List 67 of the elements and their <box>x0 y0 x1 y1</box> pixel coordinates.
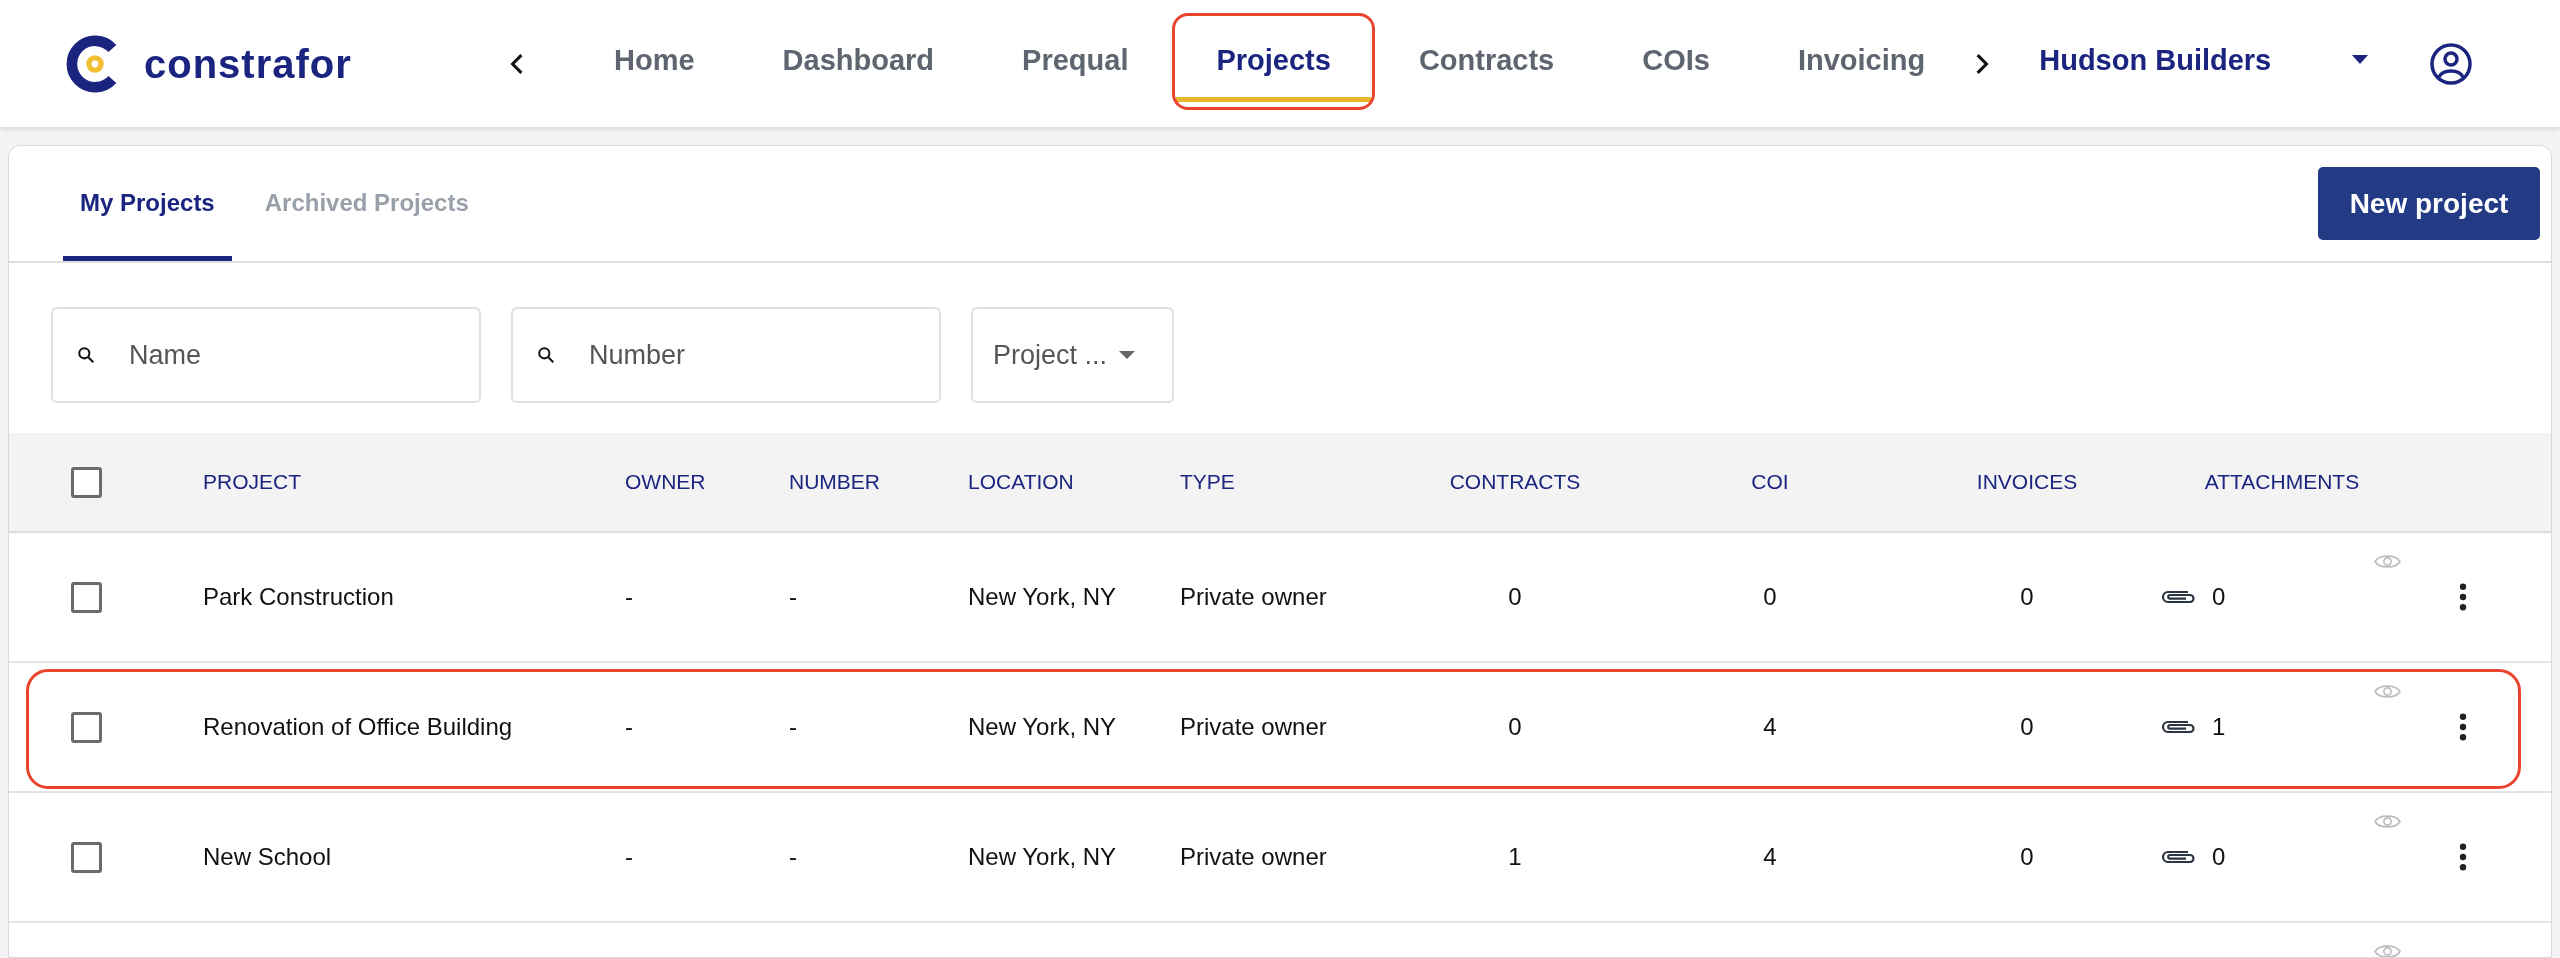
project-type-select[interactable]: Project ... <box>971 307 1174 403</box>
more-options-icon[interactable] <box>2459 713 2467 741</box>
table-cell: Park Construction <box>203 583 394 610</box>
nav-link[interactable]: Contracts <box>1378 25 1595 102</box>
table-cell: 0 <box>2020 713 2034 740</box>
nav-link[interactable]: Invoicing <box>1757 25 1966 102</box>
search-field[interactable]: Name <box>51 307 481 403</box>
table-cell: 0 <box>1508 583 1522 610</box>
brand-name: constrafor <box>144 40 352 88</box>
table-cell: New York, NY <box>968 713 1117 740</box>
table-cell: 0 <box>2020 583 2034 610</box>
checkbox[interactable] <box>71 466 102 498</box>
table-row[interactable]: New School - - New York, NY Private owner 1 4 0 0 <box>9 793 2551 923</box>
table-cell: - <box>625 843 633 870</box>
column-header[interactable]: LOCATION <box>968 470 1074 494</box>
tab[interactable]: My Projects <box>63 146 232 261</box>
table-cell: - <box>789 713 797 740</box>
new-project-button[interactable]: New project <box>2318 167 2540 240</box>
table-cell: Private owner <box>1180 713 1327 740</box>
table-cell: Renovation of Office Building <box>203 713 513 740</box>
attachment-count: 0 <box>2212 842 2226 872</box>
checkbox[interactable] <box>71 581 102 613</box>
column-header[interactable]: TYPE <box>1180 470 1235 494</box>
nav-link[interactable]: Projects <box>1176 25 1371 102</box>
table-cell: 0 <box>2020 843 2034 870</box>
nav-link[interactable]: Prequal <box>982 25 1169 102</box>
column-header[interactable]: ATTACHMENTS <box>2204 470 2360 494</box>
table-cell: 1 <box>1508 843 1522 870</box>
more-options-icon[interactable] <box>2459 583 2467 611</box>
table-cell: New York, NY <box>968 843 1117 870</box>
chevron-left-icon[interactable] <box>510 52 524 75</box>
search-field[interactable]: Number <box>511 307 941 403</box>
table-cell: Private owner <box>1180 843 1327 870</box>
attachment-count: 0 <box>2212 582 2226 612</box>
column-header[interactable]: OWNER <box>625 470 706 494</box>
table-cell: New School <box>203 843 332 870</box>
chevron-right-icon[interactable] <box>1975 52 1990 75</box>
table-cell: - <box>625 583 633 610</box>
search-icon <box>77 346 95 364</box>
column-header[interactable]: COI <box>1751 470 1789 494</box>
more-options-icon[interactable] <box>2459 843 2467 871</box>
table-cell: - <box>789 583 797 610</box>
column-header[interactable]: CONTRACTS <box>1449 470 1581 494</box>
table-row[interactable]: Renovation of Office Building - - New York, NY Private owner 0 4 0 1 <box>9 663 2551 793</box>
caret-icon <box>1119 350 1136 360</box>
caret-icon[interactable] <box>2351 54 2370 65</box>
search-icon <box>537 346 555 364</box>
nav-link[interactable]: COIs <box>1602 25 1750 102</box>
table-cell: 4 <box>1763 713 1777 740</box>
table-cell: 0 <box>1508 713 1522 740</box>
user-icon[interactable] <box>2429 41 2474 86</box>
table-row[interactable]: Park Construction - - New York, NY Private owner 0 0 0 0 <box>9 533 2551 663</box>
table-cell: 4 <box>1763 843 1777 870</box>
company-name[interactable]: Hudson Builders <box>2039 38 2272 83</box>
table-cell: - <box>625 713 633 740</box>
table-cell: - <box>789 843 797 870</box>
checkbox[interactable] <box>71 711 102 743</box>
attachment-count: 1 <box>2212 712 2226 742</box>
table-cell: New York, NY <box>968 583 1117 610</box>
table-cell: 0 <box>1763 583 1777 610</box>
checkbox[interactable] <box>71 841 102 873</box>
column-header[interactable]: INVOICES <box>1976 470 2078 494</box>
nav-link[interactable]: Home <box>574 25 735 102</box>
table-cell: Private owner <box>1180 583 1327 610</box>
column-header[interactable]: PROJECT <box>203 470 301 494</box>
column-header[interactable]: NUMBER <box>789 470 880 494</box>
nav-link[interactable]: Dashboard <box>742 25 975 102</box>
